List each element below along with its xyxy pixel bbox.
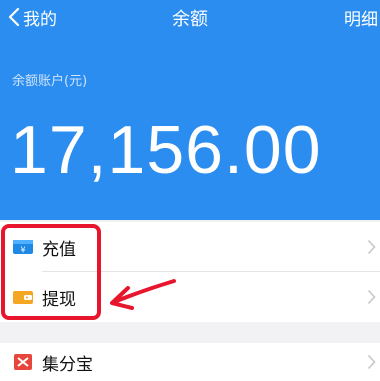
chevron-right-icon xyxy=(367,289,376,305)
chevron-right-icon xyxy=(367,354,376,370)
balance-header: 我的 余额 明细 余额账户(元) 17,156.00 xyxy=(0,0,380,220)
detail-button[interactable]: 明细 xyxy=(344,5,378,30)
chevron-right-icon xyxy=(367,239,376,255)
nav-bar: 我的 余额 明细 xyxy=(0,0,380,36)
arrow-left-icon xyxy=(110,279,176,310)
jifenbao-label: 集分宝 xyxy=(42,354,93,375)
page-title: 余额 xyxy=(172,9,208,30)
jifenbao-icon xyxy=(14,354,32,370)
account-label: 余额账户(元) xyxy=(12,74,88,89)
balance-amount: 17,156.00 xyxy=(10,112,322,188)
highlight-box xyxy=(1,224,101,320)
jifenbao-row[interactable]: 集分宝 xyxy=(0,343,380,381)
services-menu: 集分宝 xyxy=(0,343,380,381)
